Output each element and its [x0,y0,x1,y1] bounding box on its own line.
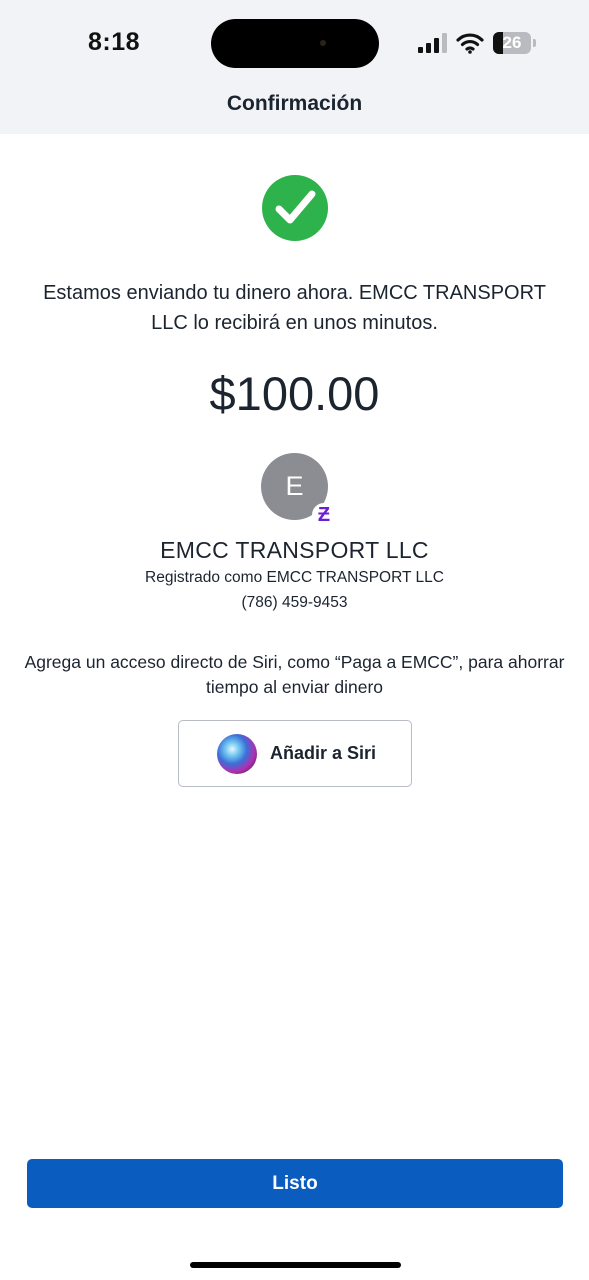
cellular-signal-icon [418,33,447,53]
wifi-icon [456,33,484,54]
recipient-phone: (786) 459-9453 [241,594,348,611]
battery-cap [533,39,536,47]
registered-as: Registrado como EMCC TRANSPORT LLC [145,569,444,586]
camera-dot [320,40,326,46]
recipient-name: EMCC TRANSPORT LLC [160,537,429,563]
confirmation-message: Estamos enviando tu dinero ahora. EMCC T… [43,282,546,334]
zelle-icon: Ƶ [312,503,336,527]
top-bar: 8:18 26 Confirmación [0,0,589,134]
status-time: 8:18 [88,28,141,56]
check-circle-icon [262,175,328,241]
siri-hint: Agrega un acceso directo de Siri, como “… [24,652,565,697]
done-button[interactable]: Listo [27,1159,563,1208]
siri-icon [217,734,257,774]
amount: $100.00 [209,367,380,420]
battery-level: 26 [502,33,522,52]
add-to-siri-button[interactable]: Añadir a Siri [178,720,412,787]
page-title: Confirmación [226,92,363,115]
home-indicator[interactable] [190,1262,401,1268]
dynamic-island [211,19,379,68]
battery-icon: 26 [493,32,537,54]
add-to-siri-label: Añadir a Siri [270,743,377,763]
